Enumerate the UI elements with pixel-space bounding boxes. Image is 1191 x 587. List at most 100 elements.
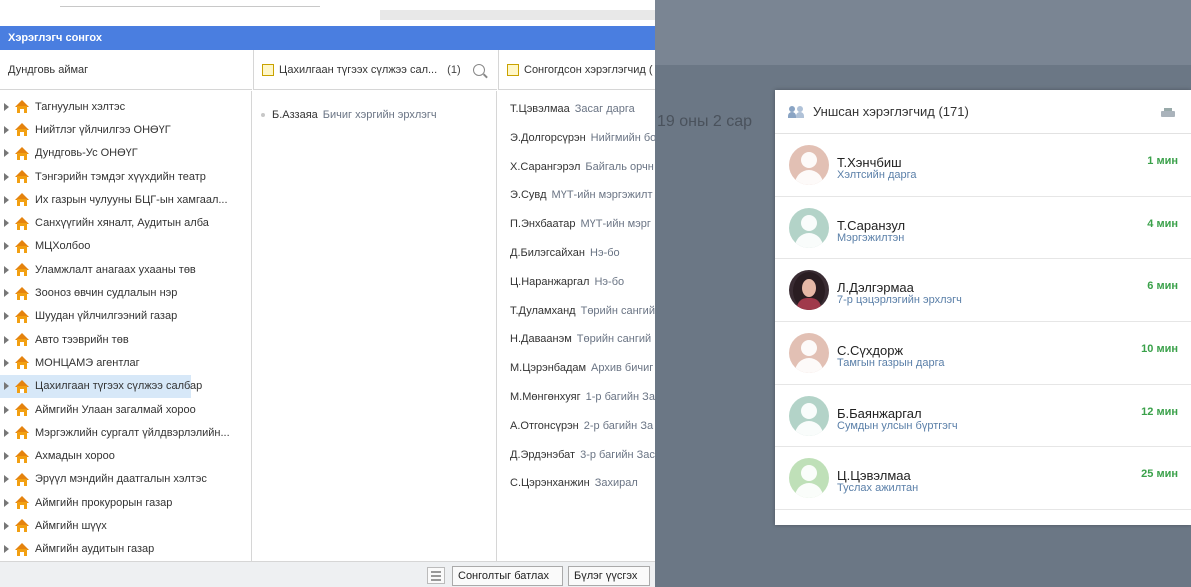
org-tree-item[interactable]: Шуудан үйлчилгээний газар <box>0 305 251 328</box>
expand-arrow-icon[interactable] <box>4 102 9 111</box>
org-tree-item[interactable]: Зооноз өвчин судлалын нэр <box>0 281 251 304</box>
selected-user-item[interactable]: Ц.Наранжаргал Нэ-бо <box>498 264 655 293</box>
reader-title: 7-р цэцэрлэгийн эрхлэгч <box>837 294 962 307</box>
expand-arrow-icon[interactable] <box>4 382 9 391</box>
selected-user-item[interactable]: Т.Цэвэлмаа Засаг дарга <box>498 91 655 120</box>
selected-user-item[interactable]: Э.Долгорсүрэн Нийгмийн бо <box>498 120 655 149</box>
expand-arrow-icon[interactable] <box>4 289 9 298</box>
create-group-button[interactable]: Бүлэг үүсгэх <box>568 566 650 586</box>
org-name: Их газрын чулууны БЦГ-ын хамгаал... <box>35 193 228 206</box>
org-name: Цахилгаан түгээх сүлжээ салбар <box>35 380 203 393</box>
selected-user-name: А.Отгонсүрэн <box>510 419 579 432</box>
org-tree-item[interactable]: Нийтлэг үйлчилгээ ОНӨҮГ <box>0 118 251 141</box>
expand-arrow-icon[interactable] <box>4 475 9 484</box>
selected-user-name: М.Цэрэнбадам <box>510 362 587 375</box>
home-icon <box>15 216 29 230</box>
user-select-dialog: Хэрэглэгч сонгох Дундговь аймаг Цахилгаа… <box>0 0 655 587</box>
org-tree-item[interactable]: Аймгийн шүүх <box>0 514 251 537</box>
expand-arrow-icon[interactable] <box>4 172 9 181</box>
org-tree-item[interactable]: Тагнуулын хэлтэс <box>0 95 251 118</box>
expand-arrow-icon[interactable] <box>4 498 9 507</box>
select-all-members-checkbox[interactable] <box>262 63 274 76</box>
selected-user-item[interactable]: С.Цэрэнханжин Захирал <box>498 465 655 494</box>
reader-row[interactable]: С.Сүхдорж Тамгын газрын дарга 10 мин <box>775 322 1191 385</box>
expand-arrow-icon[interactable] <box>4 125 9 134</box>
selected-user-role: Нийгмийн бо <box>590 131 655 144</box>
selected-user-item[interactable]: Д.Билэгсайхан Нэ-бо <box>498 235 655 264</box>
members-header-label: Цахилгаан түгээх сүлжээ сал... <box>279 63 438 76</box>
home-icon <box>15 239 29 253</box>
org-tree-item[interactable]: МЦХолбоо <box>0 235 251 258</box>
selected-user-item[interactable]: М.Мөнгөнхуяг 1-р багийн За <box>498 379 655 408</box>
org-tree-item[interactable]: Их газрын чулууны БЦГ-ын хамгаал... <box>0 188 251 211</box>
select-all-selected-checkbox[interactable] <box>507 63 519 76</box>
home-icon <box>15 542 29 556</box>
org-tree-item[interactable]: Аймгийн Улаан загалмай хороо <box>0 398 251 421</box>
users-icon <box>788 105 805 118</box>
org-tree-item[interactable]: Аймгийн аудитын газар <box>0 538 251 561</box>
reader-row[interactable]: Ц.Цэвэлмаа Туслах ажилтан 25 мин <box>775 447 1191 511</box>
reader-row[interactable]: Т.Саранзул Мэргэжилтэн 4 мин <box>775 197 1191 260</box>
selected-user-role: 2-р багийн За <box>583 419 654 432</box>
org-tree-item[interactable]: Ахмадын хороо <box>0 444 251 467</box>
expand-arrow-icon[interactable] <box>4 405 9 414</box>
home-icon <box>15 403 29 416</box>
selected-user-item[interactable]: Н.Даваанэм Төрийн сангий <box>498 321 655 350</box>
org-name: Мэргэжлийн сургалт үйлдвэрлэлийн... <box>35 426 230 439</box>
expand-arrow-icon[interactable] <box>4 452 9 461</box>
expand-arrow-icon[interactable] <box>4 335 9 344</box>
org-tree-item[interactable]: Аймгийн прокурорын газар <box>0 491 251 514</box>
selected-user-role: Нэ-бо <box>594 275 625 288</box>
org-tree-item[interactable]: Уламжлалт анагаах ухааны төв <box>0 258 251 281</box>
home-icon <box>15 472 29 486</box>
org-tree-item[interactable]: Мэргэжлийн сургалт үйлдвэрлэлийн... <box>0 421 251 444</box>
selected-user-item[interactable]: Т.Дуламханд Төрийн сангий <box>498 293 655 322</box>
org-tree[interactable]: Тагнуулын хэлтэс Нийтлэг үйлчилгээ ОНӨҮГ Д… <box>0 91 252 561</box>
selected-user-item[interactable]: Х.Сарангэрэл Байгаль орчн <box>498 149 655 178</box>
expand-arrow-icon[interactable] <box>4 428 9 437</box>
home-icon <box>15 496 29 510</box>
list-view-icon[interactable] <box>427 567 445 584</box>
org-tree-item[interactable]: Санхүүгийн хяналт, Аудитын алба <box>0 211 251 234</box>
reader-row[interactable]: Б.Баянжаргал Сумдын улсын бүртгэгч 12 мин <box>775 385 1191 448</box>
selected-user-item[interactable]: Э.Сувд МҮТ-ийн мэргэжилт <box>498 177 655 206</box>
expand-arrow-icon[interactable] <box>4 521 9 530</box>
org-tree-item[interactable]: МОНЦАМЭ агентлаг <box>0 351 251 374</box>
org-tree-item[interactable]: Авто тээврийн төв <box>0 328 251 351</box>
confirm-selection-button[interactable]: Сонголтыг батлах <box>452 566 563 586</box>
home-icon <box>15 309 29 323</box>
expand-arrow-icon[interactable] <box>4 242 9 251</box>
selected-user-role: 1-р багийн За <box>585 390 655 403</box>
expand-arrow-icon[interactable] <box>4 149 9 158</box>
org-tree-item[interactable]: Тэнгэрийн тэмдэг хүүхдийн театр <box>0 165 251 188</box>
orgs-column-header: Дундговь аймаг <box>0 50 252 90</box>
home-icon <box>15 100 29 114</box>
selected-user-role: 3-р багийн Зас <box>580 448 655 461</box>
reader-name: Б.Баянжаргал <box>837 405 922 421</box>
reader-name: Л.Дэлгэрмаа <box>837 280 914 296</box>
org-tree-item[interactable]: Дундговь-Ус ОНӨҮГ <box>0 142 251 165</box>
selected-user-item[interactable]: Д.Эрдэнэбат 3-р багийн Зас <box>498 437 655 466</box>
expand-arrow-icon[interactable] <box>4 265 9 274</box>
selected-user-item[interactable]: А.Отгонсүрэн 2-р багийн За <box>498 408 655 437</box>
org-name: Уламжлалт анагаах ухааны төв <box>35 263 196 276</box>
reader-row[interactable]: Л.Дэлгэрмаа 7-р цэцэрлэгийн эрхлэгч 6 мин <box>775 259 1191 323</box>
expand-arrow-icon[interactable] <box>4 219 9 228</box>
expand-arrow-icon[interactable] <box>4 358 9 367</box>
member-item[interactable]: Б.Аззаяа Бичиг хэргийн эрхлэгч <box>253 91 496 121</box>
selected-user-name: Э.Сувд <box>510 189 547 202</box>
members-count: (1) <box>447 63 461 76</box>
search-icon[interactable] <box>472 63 485 76</box>
expand-arrow-icon[interactable] <box>4 312 9 321</box>
selected-user-item[interactable]: М.Цэрэнбадам Архив бичиг <box>498 350 655 379</box>
printer-icon[interactable] <box>1161 108 1175 118</box>
readers-panel: Уншсан хэрэглэгчид (171) Т.Хэнчбиш Хэлтси… <box>775 90 1191 525</box>
home-icon <box>15 379 29 393</box>
org-tree-item[interactable]: Цахилгаан түгээх сүлжээ салбар <box>0 374 202 398</box>
expand-arrow-icon[interactable] <box>4 545 9 554</box>
org-tree-item[interactable]: Эрүүл мэндийн даатгалын хэлтэс <box>0 468 251 491</box>
reader-row[interactable]: Т.Хэнчбиш Хэлтсийн дарга 1 мин <box>775 134 1191 197</box>
expand-arrow-icon[interactable] <box>4 195 9 204</box>
selected-user-item[interactable]: П.Энхбаатар МҮТ-ийн мэрг <box>498 206 655 235</box>
reader-time: 6 мин <box>1147 280 1178 293</box>
